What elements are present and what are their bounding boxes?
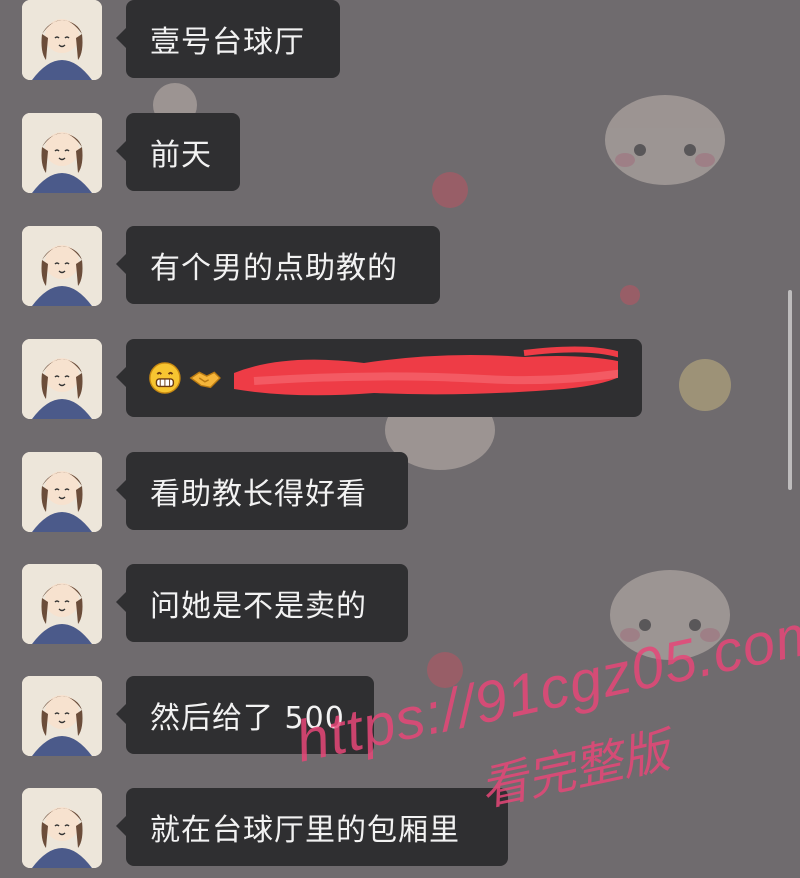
message-text: 前天 (150, 138, 212, 173)
avatar[interactable] (22, 564, 102, 644)
message-text: 然后给了 500 (150, 701, 345, 736)
chat-message: 就在台球厅里的包厢里 (0, 788, 800, 878)
avatar[interactable] (22, 452, 102, 532)
chat-message: 看助教长得好看 (0, 452, 800, 542)
chat-message: 壹号台球厅 (0, 0, 800, 90)
avatar[interactable] (22, 339, 102, 419)
message-bubble[interactable]: 壹号台球厅 (116, 0, 340, 78)
message-text: 就在台球厅里的包厢里 (150, 813, 460, 848)
message-bubble[interactable]: 看助教长得好看 (116, 452, 408, 530)
chat-message-list: 壹号台球厅 前天 有个男的点助教的 看助教长得好看 问她是不是卖的 然后给了 5… (0, 0, 800, 868)
avatar-image (22, 0, 102, 80)
avatar-image (22, 113, 102, 193)
redaction-scribble (233, 346, 619, 396)
message-bubble[interactable]: 然后给了 500 (116, 676, 374, 754)
message-bubble[interactable] (116, 339, 642, 417)
message-text: 有个男的点助教的 (150, 251, 398, 286)
avatar-image (22, 676, 102, 756)
handshake-emoji-icon (189, 371, 221, 389)
avatar[interactable] (22, 226, 102, 306)
message-text: 壹号台球厅 (150, 25, 305, 60)
avatar-image (22, 452, 102, 532)
avatar-image (22, 788, 102, 868)
grin-emoji-icon (149, 362, 181, 394)
message-text: 问她是不是卖的 (150, 589, 367, 624)
avatar[interactable] (22, 676, 102, 756)
avatar-image (22, 226, 102, 306)
chat-message: 然后给了 500 (0, 676, 800, 766)
avatar[interactable] (22, 113, 102, 193)
chat-message: 有个男的点助教的 (0, 226, 800, 316)
message-bubble[interactable]: 前天 (116, 113, 240, 191)
message-bubble[interactable]: 就在台球厅里的包厢里 (116, 788, 508, 866)
avatar[interactable] (22, 788, 102, 868)
message-text: 看助教长得好看 (150, 477, 367, 512)
chat-message: 问她是不是卖的 (0, 564, 800, 654)
avatar-image (22, 339, 102, 419)
message-bubble[interactable]: 有个男的点助教的 (116, 226, 440, 304)
scrollbar[interactable] (788, 290, 792, 490)
chat-message (0, 339, 800, 429)
message-bubble[interactable]: 问她是不是卖的 (116, 564, 408, 642)
avatar-image (22, 564, 102, 644)
avatar[interactable] (22, 0, 102, 80)
chat-message: 前天 (0, 113, 800, 203)
